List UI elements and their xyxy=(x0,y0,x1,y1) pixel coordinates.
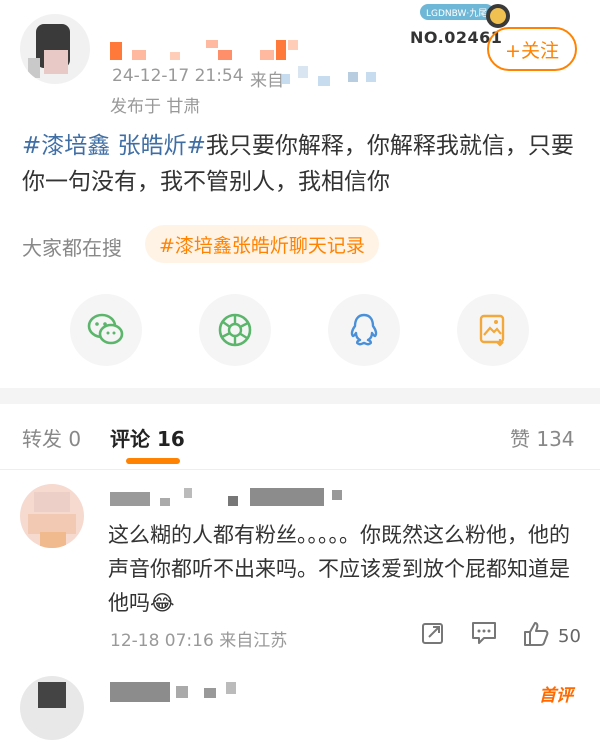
fan-badge-icon: LGDNBW·九尾 xyxy=(420,4,510,28)
comment-reply-button[interactable] xyxy=(470,620,498,650)
commenter-name-censored[interactable] xyxy=(110,488,350,512)
tabs-divider xyxy=(0,469,600,470)
thumbs-up-icon xyxy=(524,622,549,646)
share-moments-button[interactable] xyxy=(199,294,271,366)
author-avatar[interactable] xyxy=(20,14,90,84)
follow-button[interactable]: +关注 xyxy=(487,27,577,71)
svg-text:LGDNBW·九尾: LGDNBW·九尾 xyxy=(426,8,487,19)
tab-repost[interactable]: 转发 0 xyxy=(22,423,81,452)
post-time: 24-12-17 21:54 xyxy=(112,66,244,86)
trending-search-chip[interactable]: #漆培鑫张皓炘聊天记录 xyxy=(145,225,379,263)
post-source: 来自 xyxy=(250,71,284,91)
post-source-censored xyxy=(282,66,392,90)
post-hashtag[interactable]: #漆培鑫 张皓炘# xyxy=(22,133,206,159)
next-commenter-avatar[interactable] xyxy=(20,676,84,740)
moments-icon xyxy=(218,313,252,347)
commenter-avatar[interactable] xyxy=(20,484,84,548)
comment-like-count: 50 xyxy=(558,626,581,647)
trending-search-label: 大家都在搜 xyxy=(22,236,122,260)
author-name-censored[interactable] xyxy=(110,38,310,62)
comment-like-button[interactable] xyxy=(522,620,550,652)
save-image-icon xyxy=(479,314,505,347)
share-save-image-button[interactable] xyxy=(457,294,529,366)
wechat-icon xyxy=(87,313,124,345)
first-comment-badge: 首评 xyxy=(539,686,573,706)
share-icon xyxy=(422,623,443,644)
section-divider xyxy=(0,388,600,404)
comment-icon xyxy=(472,622,496,644)
tab-active-indicator xyxy=(126,458,180,464)
share-qq-button[interactable] xyxy=(328,294,400,366)
comment-meta: 12-18 07:16 来自江苏 xyxy=(110,631,288,651)
comment-share-button[interactable] xyxy=(420,620,446,650)
post-content: #漆培鑫 张皓炘#我只要你解释，你解释我就信，只要你一句没有，我不管别人，我相信… xyxy=(22,128,582,200)
qq-icon xyxy=(350,313,378,346)
share-wechat-button[interactable] xyxy=(70,294,142,366)
post-location: 发布于 甘肃 xyxy=(110,97,201,117)
next-commenter-name-censored[interactable] xyxy=(110,680,240,704)
tab-comments[interactable]: 评论 16 xyxy=(110,423,185,452)
comment-text: 这么糊的人都有粉丝。。。。。你既然这么粉他，他的声音你都听不出来吗。不应该爱到放… xyxy=(108,523,570,615)
tab-likes[interactable]: 赞 134 xyxy=(510,423,575,452)
